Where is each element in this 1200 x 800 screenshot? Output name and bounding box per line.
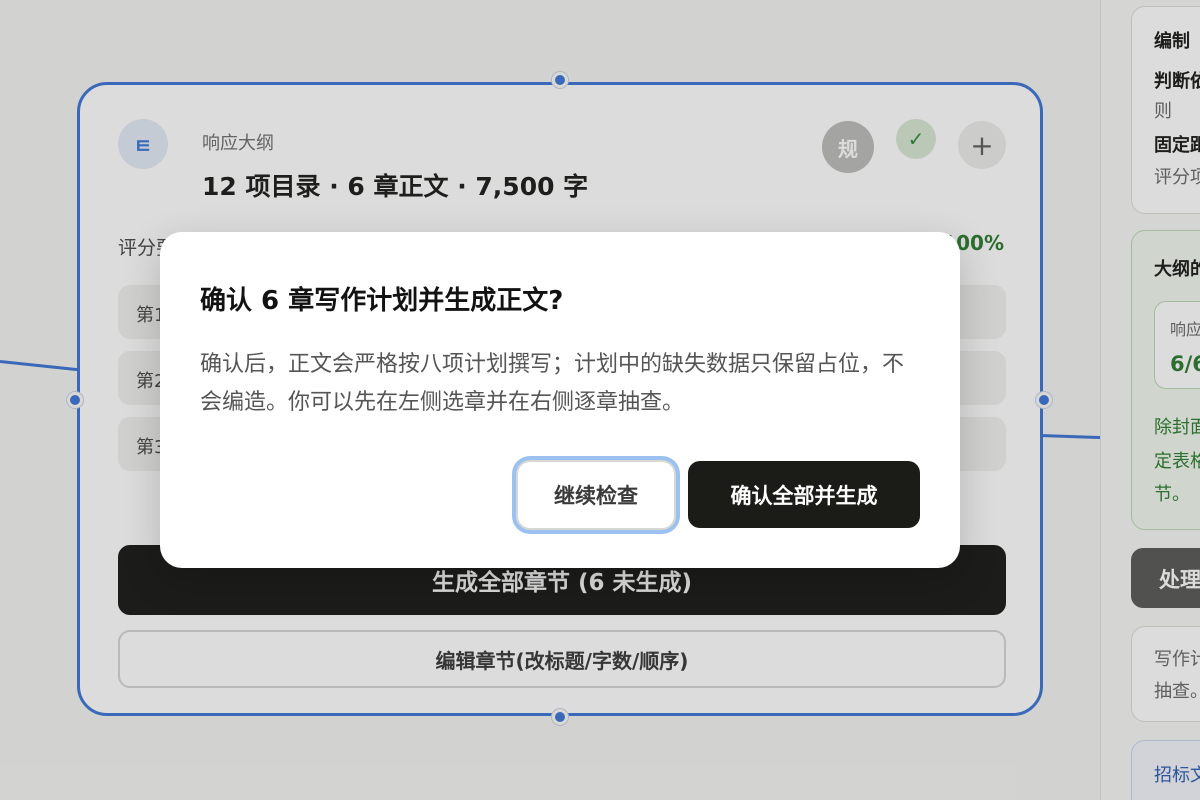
- continue-review-button[interactable]: 继续检查: [516, 460, 676, 530]
- dialog-title: 确认 6 章写作计划并生成正文?: [200, 286, 564, 316]
- dialog-body: 确认后，正文会严格按八项计划撰写；计划中的缺失数据只保留占位，不会编造。你可以先…: [200, 352, 905, 415]
- confirm-generate-dialog: 确认 6 章写作计划并生成正文? 确认后，正文会严格按八项计划撰写；计划中的缺失…: [160, 232, 960, 568]
- confirm-generate-button[interactable]: 确认全部并生成: [688, 461, 920, 528]
